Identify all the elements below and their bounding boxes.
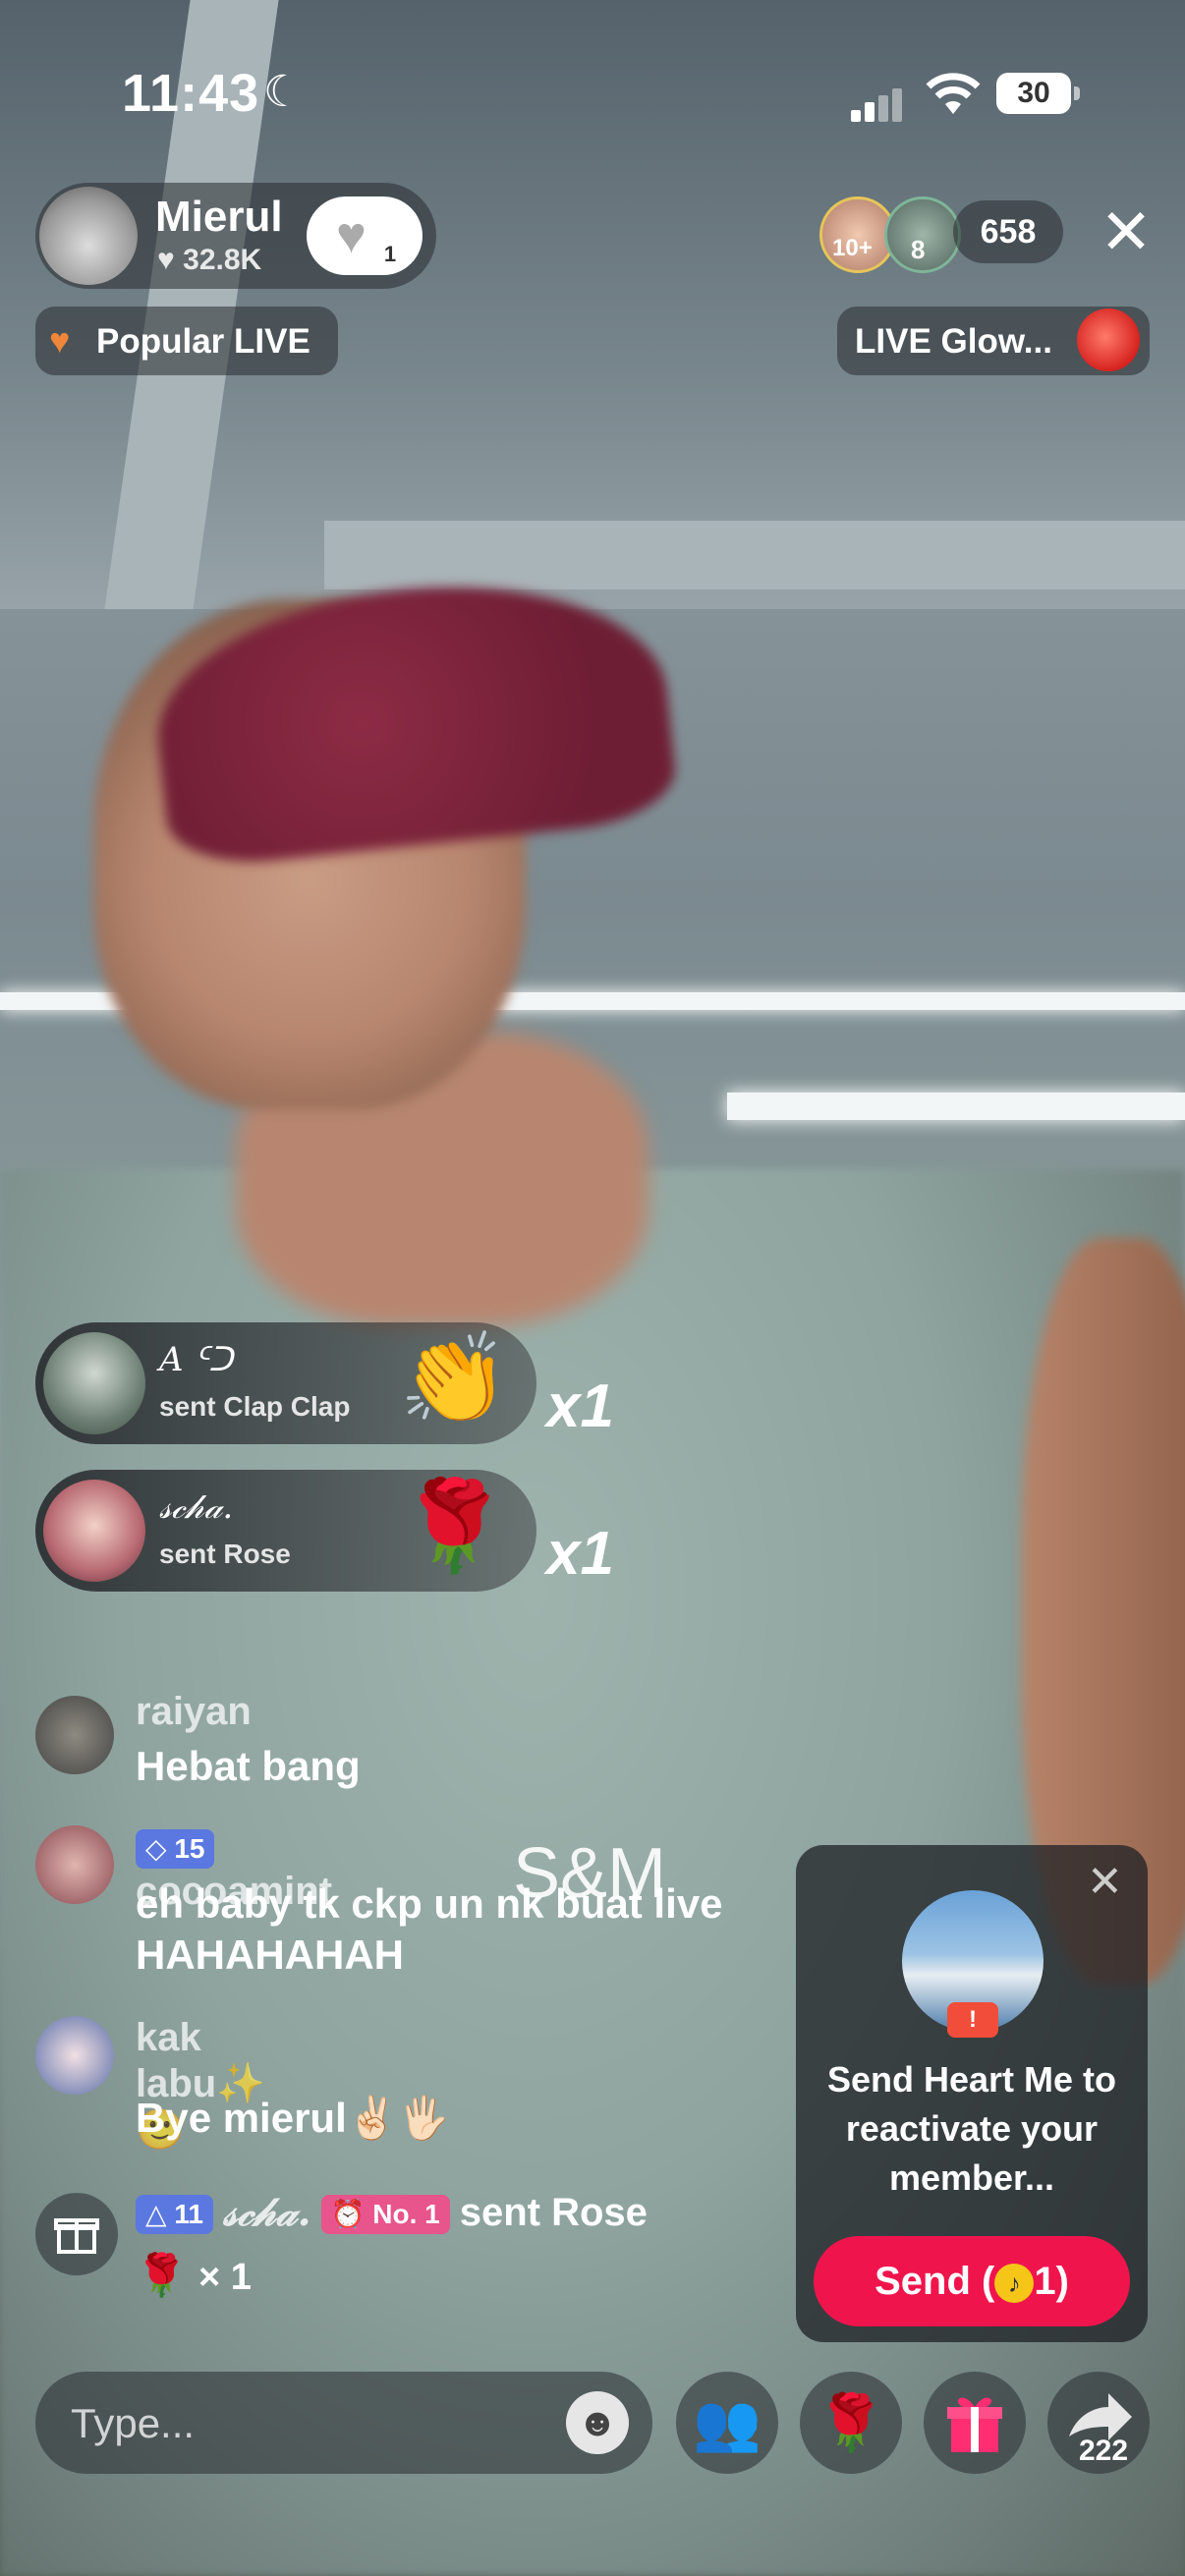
send-label-close: )	[1055, 2260, 1069, 2303]
commenter-name[interactable]: 𝓈𝒸𝒽𝒶.	[223, 2189, 311, 2235]
coin-amount: 1	[1034, 2260, 1056, 2303]
comment-box[interactable]: ☻	[35, 2372, 652, 2476]
level-badge: ◇ 15	[136, 1829, 215, 1870]
comment-input[interactable]	[69, 2372, 544, 2476]
comment-text: Hebat bang	[136, 1743, 361, 1789]
cellular-signal-icon	[851, 88, 906, 122]
level-number: 11	[174, 2199, 203, 2230]
rose-icon: 🌹	[136, 2252, 188, 2298]
membership-card[interactable]: ✕ ! Send Heart Me to reactivate your mem…	[796, 1845, 1148, 2342]
viewer-rank-badge: 10+	[832, 235, 873, 261]
multi-guest-button[interactable]: 👥	[676, 2372, 778, 2474]
heart-icon: ♥	[336, 207, 367, 264]
popular-live-tag[interactable]: ♥ Popular LIVE	[35, 307, 338, 375]
alert-badge: !	[947, 2002, 998, 2038]
gift-icon	[54, 2218, 99, 2254]
overlay-text: S&M	[513, 1834, 667, 1913]
heart-icon: ♥	[157, 244, 175, 276]
clock: 11:43	[122, 64, 260, 123]
popular-live-label: Popular LIVE	[96, 322, 310, 361]
glow-apple-icon	[1077, 308, 1140, 371]
commenter-avatar[interactable]	[35, 2016, 114, 2095]
coin-icon: ♪	[994, 2264, 1035, 2304]
viewer-count[interactable]: 658	[953, 200, 1063, 263]
gifter-avatar[interactable]	[43, 1480, 145, 1582]
battery-cap	[1074, 86, 1080, 100]
level-number: 15	[174, 1833, 205, 1865]
gift-notification: 𝓈𝒸𝒽𝒶. sent Rose 🌹	[35, 1470, 536, 1592]
rose-icon: 🌹	[399, 1478, 510, 1576]
viewer-avatar[interactable]: 8	[884, 196, 961, 273]
viewer-rank-badge: 8	[911, 235, 926, 264]
level-badge: △ 11	[136, 2195, 213, 2235]
person-cap	[144, 563, 681, 871]
membership-message: Send Heart Me to reactivate your member.…	[826, 2059, 1117, 2198]
moon-icon: ☾	[263, 68, 303, 116]
bottom-bar: ☻ 👥 🌹 222	[0, 2366, 1185, 2484]
comment-text: Bye mierul✌🏻🖐🏻	[136, 2095, 450, 2141]
commenter-name[interactable]: raiyan	[136, 1690, 252, 1734]
commenter-avatar[interactable]	[35, 1696, 114, 1774]
gifter-name: 𝓈𝒸𝒽𝒶.	[159, 1487, 234, 1527]
gift-line: 🌹 × 1	[136, 2250, 745, 2303]
multi-guest-icon: 👥	[693, 2391, 762, 2453]
status-bar: 11:43 ☾ 30	[0, 59, 1185, 138]
host-name: Mierul	[155, 193, 283, 241]
host-likes: ♥ 32.8K	[157, 244, 261, 277]
rank-label: No. 1	[372, 2199, 440, 2230]
close-icon[interactable]: ✕	[1087, 1857, 1123, 1907]
gift-history-button[interactable]	[35, 2193, 118, 2275]
host-info[interactable]: Mierul ♥ 32.8K ♥ 1	[35, 183, 436, 289]
light-bar	[727, 1092, 1185, 1120]
gift-comment-header: △ 11 𝓈𝒸𝒽𝒶. ⏰ No. 1 sent Rose	[136, 2189, 784, 2235]
emoji-icon[interactable]: ☻	[566, 2391, 629, 2454]
live-glow-label: LIVE Glow...	[855, 322, 1052, 361]
gift-action: sent Rose	[159, 1539, 291, 1569]
send-button[interactable]: Send (♪ 1)	[814, 2236, 1130, 2326]
gift-notification: 𝐴 ᑦᑐ sent Clap Clap 👏	[35, 1322, 536, 1444]
ceiling-beam	[324, 521, 1185, 589]
follow-badge: 1	[375, 240, 405, 269]
gifter-name: 𝐴 ᑦᑐ	[159, 1340, 233, 1379]
gift-quantity: × 1	[198, 2257, 252, 2298]
clap-icon: 👏	[399, 1330, 510, 1428]
gift-action: sent Clap Clap	[159, 1391, 351, 1422]
gifter-avatar[interactable]	[43, 1332, 145, 1434]
rose-icon: 🌹	[817, 2391, 885, 2453]
gift-button[interactable]	[924, 2372, 1026, 2474]
live-glow-tag[interactable]: LIVE Glow...	[837, 307, 1150, 375]
rose-gift-button[interactable]: 🌹	[800, 2372, 902, 2474]
send-label: Send (	[875, 2260, 995, 2303]
host-likes-count: 32.8K	[183, 244, 262, 276]
battery-indicator: 30	[996, 73, 1071, 114]
host-avatar[interactable]	[39, 187, 138, 285]
gift-icon	[947, 2397, 1002, 2452]
follow-button[interactable]: ♥ 1	[307, 196, 423, 275]
gift-combo: x1	[546, 1520, 614, 1588]
gift-action: sent Rose	[459, 2191, 648, 2234]
share-count: 222	[1079, 2435, 1129, 2467]
commenter-avatar[interactable]	[35, 1825, 114, 1904]
gift-combo: x1	[546, 1372, 614, 1440]
close-icon[interactable]: ✕	[1095, 200, 1157, 265]
rank-badge: ⏰ No. 1	[320, 2195, 450, 2235]
wifi-icon	[926, 73, 981, 114]
heart-icon: ♥	[49, 320, 71, 361]
